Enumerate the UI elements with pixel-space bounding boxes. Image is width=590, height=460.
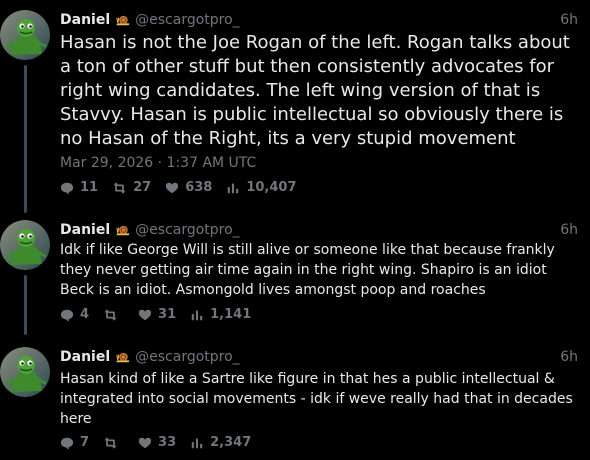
tweet[interactable]: Daniel @escargotpro_ 6h Hasan is not the… bbox=[0, 10, 590, 213]
reply-count: 7 bbox=[80, 435, 90, 450]
tweet-actions: 4 31 1,141 bbox=[60, 307, 265, 322]
views-button[interactable]: 10,407 bbox=[226, 180, 297, 195]
repost-button[interactable] bbox=[103, 308, 124, 322]
author-name[interactable]: Daniel bbox=[60, 222, 110, 238]
snail-icon bbox=[115, 350, 130, 365]
time-ago[interactable]: 6h bbox=[560, 220, 578, 240]
like-count: 638 bbox=[185, 180, 213, 195]
retweet-icon bbox=[103, 436, 118, 450]
view-count: 2,347 bbox=[210, 435, 252, 450]
reply-icon bbox=[60, 181, 74, 195]
tweet-date[interactable]: Mar 29, 2026 · 1:37 AM UTC bbox=[60, 155, 256, 171]
views-button[interactable]: 1,141 bbox=[190, 307, 251, 322]
like-button[interactable]: 31 bbox=[138, 307, 176, 322]
retweet-icon bbox=[103, 308, 118, 322]
view-count: 10,407 bbox=[246, 180, 297, 195]
repost-count: 27 bbox=[133, 180, 152, 195]
avatar[interactable] bbox=[0, 10, 50, 60]
repost-button[interactable] bbox=[103, 436, 124, 450]
author-handle[interactable]: @escargotpro_ bbox=[135, 349, 240, 365]
author-name[interactable]: Daniel bbox=[60, 349, 110, 365]
tweet-text: Idk if like George Will is still alive o… bbox=[60, 242, 555, 298]
author-name[interactable]: Daniel bbox=[60, 12, 110, 28]
reply-button[interactable]: 4 bbox=[60, 307, 89, 322]
tweet-text: Hasan kind of like a Sartre like figure … bbox=[60, 371, 573, 427]
reply-count: 4 bbox=[80, 307, 90, 322]
like-button[interactable]: 33 bbox=[138, 435, 176, 450]
heart-icon bbox=[138, 308, 152, 322]
views-button[interactable]: 2,347 bbox=[190, 435, 251, 450]
author-handle[interactable]: @escargotpro_ bbox=[135, 12, 240, 28]
time-ago[interactable]: 6h bbox=[560, 347, 578, 367]
tweet-header: Daniel @escargotpro_ bbox=[60, 347, 240, 367]
reply-button[interactable]: 11 bbox=[60, 180, 98, 195]
tweet-actions: 7 33 2,347 bbox=[60, 435, 265, 450]
tweet-actions: 11 27 638 10,407 bbox=[60, 180, 311, 195]
snail-icon bbox=[115, 223, 130, 238]
avatar[interactable] bbox=[0, 220, 50, 270]
views-icon bbox=[190, 308, 204, 322]
time-ago[interactable]: 6h bbox=[560, 10, 578, 30]
reply-count: 11 bbox=[80, 180, 99, 195]
snail-icon bbox=[115, 13, 130, 28]
tweet-text: Hasan is not the Joe Rogan of the left. … bbox=[60, 32, 570, 149]
heart-icon bbox=[165, 181, 179, 195]
reply-icon bbox=[60, 436, 74, 450]
reply-icon bbox=[60, 308, 74, 322]
tweet[interactable]: Daniel @escargotpro_ 6h Hasan kind of li… bbox=[0, 347, 590, 457]
view-count: 1,141 bbox=[210, 307, 252, 322]
heart-icon bbox=[138, 436, 152, 450]
tweet-header: Daniel @escargotpro_ bbox=[60, 10, 240, 30]
tweet-header: Daniel @escargotpro_ bbox=[60, 220, 240, 240]
author-handle[interactable]: @escargotpro_ bbox=[135, 222, 240, 238]
like-button[interactable]: 638 bbox=[165, 180, 212, 195]
views-icon bbox=[190, 436, 204, 450]
views-icon bbox=[226, 181, 240, 195]
thread-line bbox=[24, 65, 27, 213]
thread-line bbox=[24, 275, 27, 335]
like-count: 31 bbox=[158, 307, 177, 322]
avatar[interactable] bbox=[0, 347, 50, 397]
retweet-icon bbox=[112, 181, 127, 195]
repost-button[interactable]: 27 bbox=[112, 180, 151, 195]
tweet[interactable]: Daniel @escargotpro_ 6h Idk if like Geor… bbox=[0, 220, 590, 340]
reply-button[interactable]: 7 bbox=[60, 435, 89, 450]
like-count: 33 bbox=[158, 435, 177, 450]
